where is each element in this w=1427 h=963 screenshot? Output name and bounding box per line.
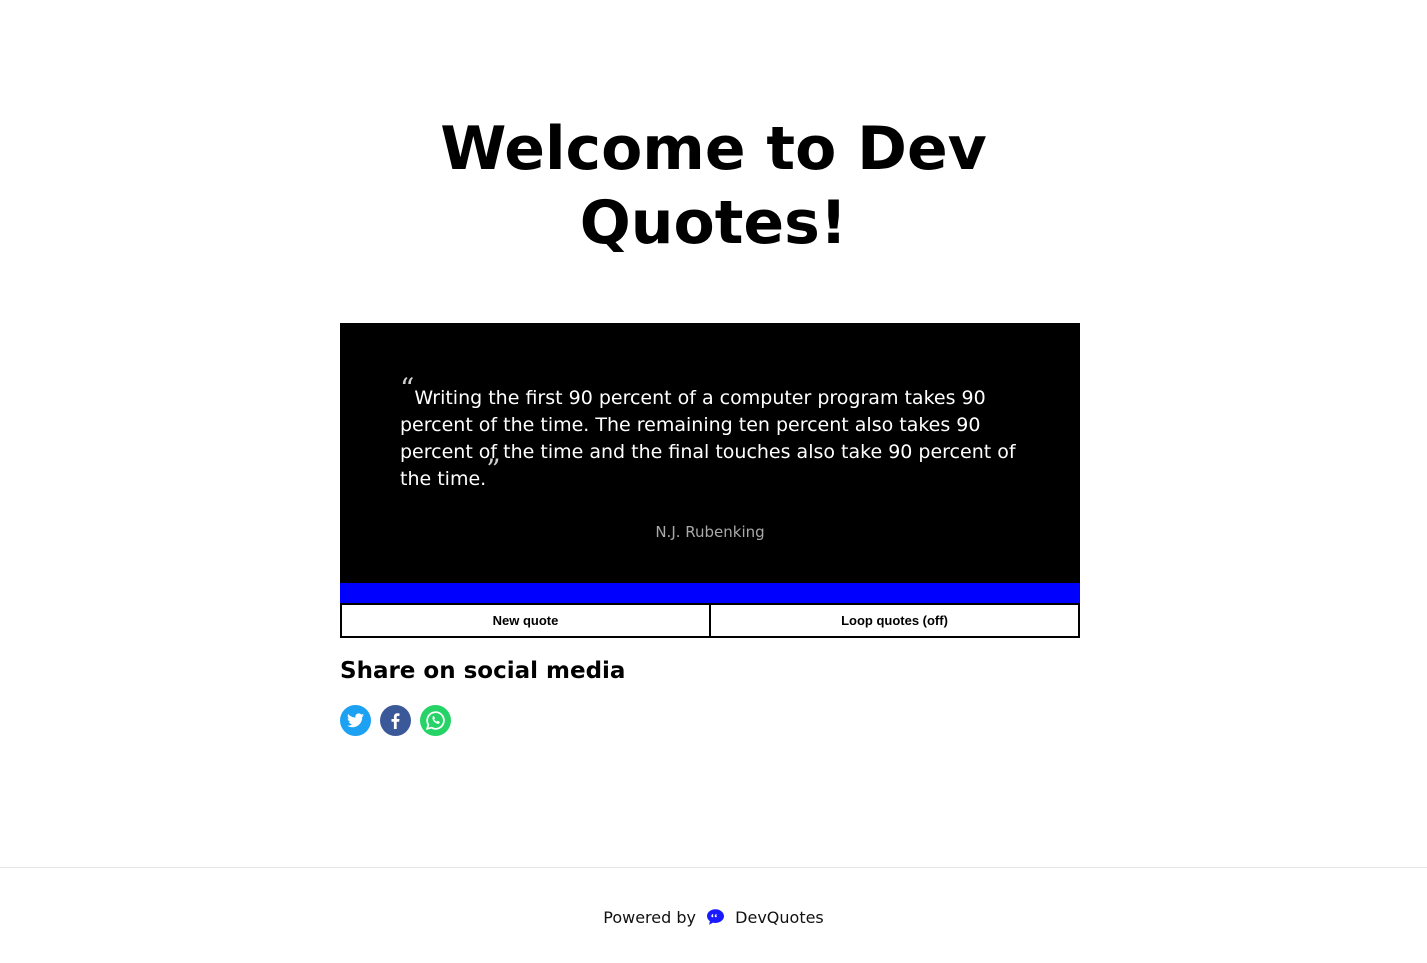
- share-heading: Share on social media: [340, 658, 626, 684]
- whatsapp-icon: [425, 711, 445, 731]
- facebook-share-link[interactable]: [380, 705, 411, 736]
- open-quote-mark: “: [400, 372, 415, 405]
- quote-progress-bar: [340, 583, 1080, 603]
- footer: Powered by DevQuotes: [0, 906, 1427, 932]
- page-title-line-1: Welcome to Dev: [440, 114, 987, 184]
- devquotes-brand-link[interactable]: DevQuotes: [735, 908, 824, 927]
- twitter-share-link[interactable]: [340, 705, 371, 736]
- page: Welcome to Dev Quotes! “Writing the firs…: [0, 0, 1427, 963]
- quote-text-block: “Writing the first 90 percent of a compu…: [400, 375, 1030, 493]
- quote-progress-fill: [340, 583, 1080, 603]
- page-title: Welcome to Dev Quotes!: [0, 112, 1427, 260]
- new-quote-button[interactable]: New quote: [340, 603, 710, 638]
- footer-divider: [0, 867, 1427, 868]
- quote-author: N.J. Rubenking: [655, 523, 765, 541]
- twitter-icon: [347, 713, 364, 728]
- quote-controls: New quote Loop quotes (off): [340, 603, 1080, 638]
- close-quote-mark: ”: [486, 453, 501, 486]
- quote-card: “Writing the first 90 percent of a compu…: [340, 323, 1080, 583]
- quote-bubble-icon: [707, 908, 725, 932]
- whatsapp-share-link[interactable]: [420, 705, 451, 736]
- loop-quotes-button[interactable]: Loop quotes (off): [710, 603, 1080, 638]
- powered-by-label: Powered by: [603, 908, 696, 927]
- page-title-line-2: Quotes!: [579, 188, 848, 258]
- social-share-links: [340, 705, 451, 736]
- facebook-icon: [391, 712, 400, 729]
